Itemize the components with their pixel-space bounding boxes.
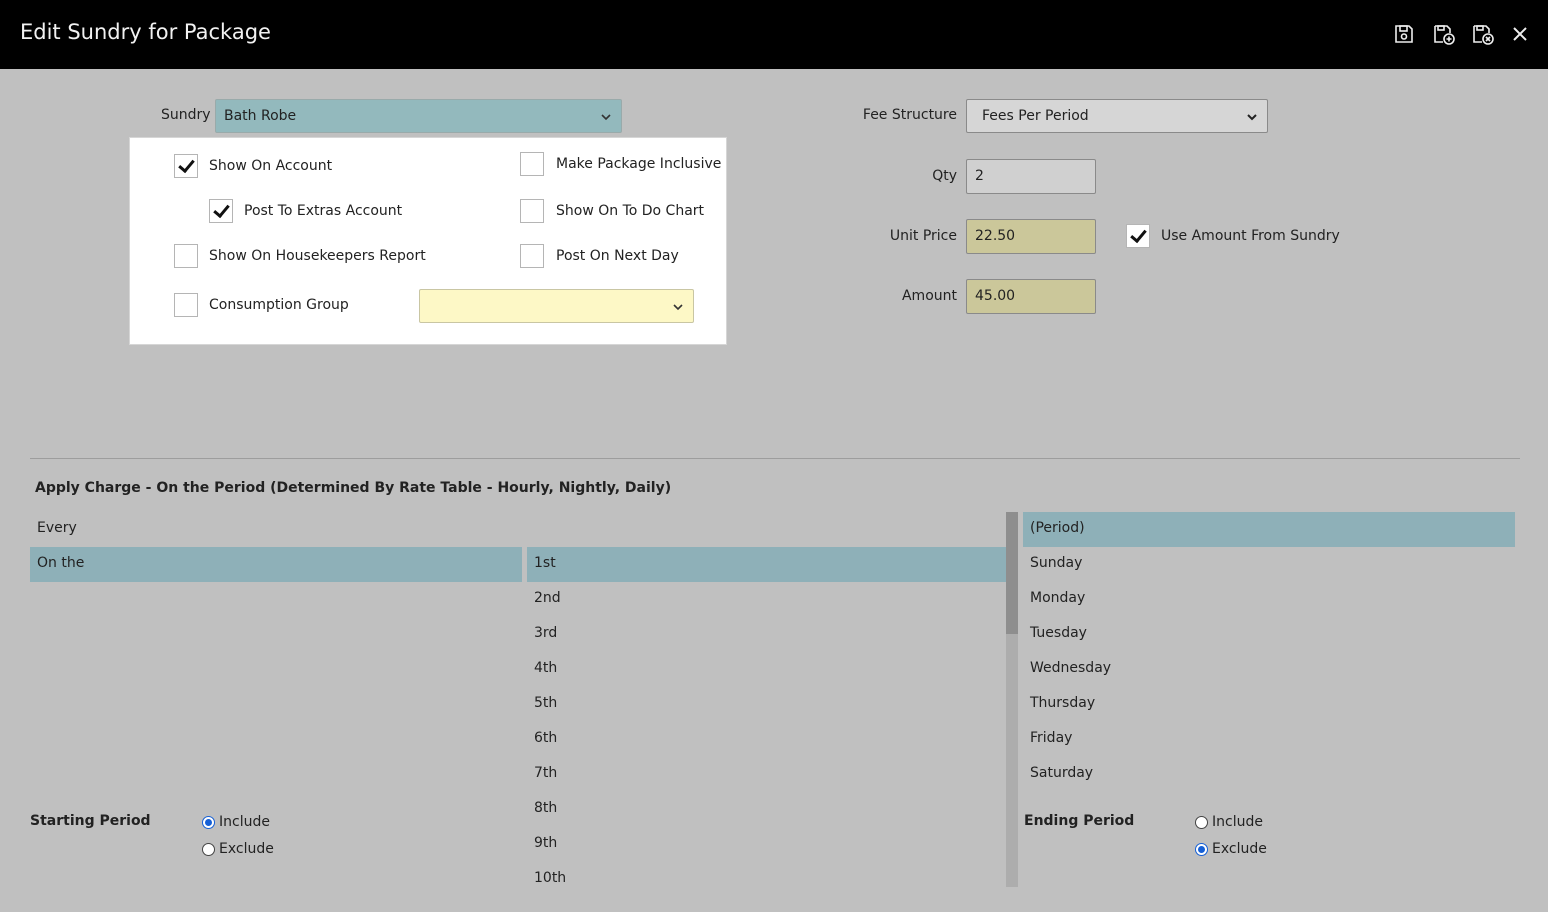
day-item[interactable]: Wednesday	[1023, 652, 1515, 687]
ordinal-scrollbar-thumb[interactable]	[1006, 512, 1018, 634]
qty-input[interactable]: 2	[966, 159, 1096, 194]
window-title: Edit Sundry for Package	[20, 20, 271, 44]
sundry-value: Bath Robe	[224, 108, 297, 124]
qty-label: Qty	[932, 168, 957, 184]
ordinal-item[interactable]: 5th	[527, 687, 1006, 722]
mode-item-every[interactable]: Every	[30, 512, 522, 547]
ordinal-item[interactable]: 6th	[527, 722, 1006, 757]
ordinal-scrollbar[interactable]	[1006, 512, 1018, 887]
ending-period-label: Ending Period	[1024, 813, 1135, 829]
unit-price-input[interactable]: 22.50	[966, 219, 1096, 254]
consumption-group-label: Consumption Group	[209, 297, 349, 313]
ending-exclude-radio[interactable]	[1195, 843, 1208, 856]
day-item[interactable]: Sunday	[1023, 547, 1515, 582]
ordinal-item[interactable]: 7th	[527, 757, 1006, 792]
ordinal-item[interactable]: 9th	[527, 827, 1006, 862]
fee-structure-select[interactable]: Fees Per Period	[966, 99, 1268, 133]
post-next-day-label: Post On Next Day	[556, 248, 679, 264]
starting-exclude-radio[interactable]	[202, 843, 215, 856]
chevron-down-icon	[673, 304, 683, 311]
post-to-extras-label: Post To Extras Account	[244, 203, 403, 219]
title-bar: Edit Sundry for Package	[0, 0, 1548, 69]
chevron-down-icon	[601, 114, 611, 121]
show-on-todo-label: Show On To Do Chart	[556, 203, 705, 219]
day-item[interactable]: Monday	[1023, 582, 1515, 617]
fee-structure-value: Fees Per Period	[982, 108, 1089, 124]
ending-include-label: Include	[1212, 814, 1263, 830]
day-item[interactable]: Thursday	[1023, 687, 1515, 722]
post-to-extras-checkbox[interactable]	[209, 199, 233, 223]
show-on-housekeepers-checkbox[interactable]	[174, 244, 198, 268]
starting-include-label: Include	[219, 814, 270, 830]
starting-exclude-label: Exclude	[219, 841, 274, 857]
post-next-day-checkbox[interactable]	[520, 244, 544, 268]
ordinal-item[interactable]: 1st	[527, 547, 1006, 582]
sundry-label: Sundry	[161, 107, 211, 123]
save-icon[interactable]	[1392, 22, 1416, 46]
day-item[interactable]: Friday	[1023, 722, 1515, 757]
consumption-group-select[interactable]	[419, 289, 694, 323]
day-item[interactable]: Saturday	[1023, 757, 1515, 792]
ending-include-radio[interactable]	[1195, 816, 1208, 829]
apply-charge-title: Apply Charge - On the Period (Determined…	[35, 480, 672, 496]
amount-input[interactable]: 45.00	[966, 279, 1096, 314]
show-on-account-checkbox[interactable]	[174, 154, 198, 178]
ordinal-item[interactable]: 3rd	[527, 617, 1006, 652]
ordinal-item[interactable]: 10th	[527, 862, 1006, 897]
save-and-close-icon[interactable]	[1471, 22, 1495, 46]
ordinal-item[interactable]: 4th	[527, 652, 1006, 687]
section-divider	[30, 458, 1520, 459]
save-and-new-icon[interactable]	[1432, 22, 1456, 46]
consumption-group-checkbox[interactable]	[174, 293, 198, 317]
ordinal-item[interactable]: 8th	[527, 792, 1006, 827]
day-item[interactable]: (Period)	[1023, 512, 1515, 547]
make-package-inclusive-checkbox[interactable]	[520, 152, 544, 176]
mode-item-on-the[interactable]: On the	[30, 547, 522, 582]
ending-exclude-label: Exclude	[1212, 841, 1267, 857]
make-package-inclusive-label: Make Package Inclusive	[556, 156, 722, 172]
ordinal-item[interactable]: 2nd	[527, 582, 1006, 617]
amount-label: Amount	[901, 288, 957, 304]
show-on-account-label: Show On Account	[209, 158, 333, 174]
starting-period-label: Starting Period	[30, 813, 151, 829]
sundry-select[interactable]: Bath Robe	[215, 99, 622, 133]
day-item[interactable]: Tuesday	[1023, 617, 1515, 652]
chevron-down-icon	[1247, 114, 1257, 121]
fee-structure-label: Fee Structure	[862, 107, 957, 123]
use-amount-label: Use Amount From Sundry	[1161, 228, 1340, 244]
use-amount-checkbox[interactable]	[1126, 224, 1150, 248]
starting-include-radio[interactable]	[202, 816, 215, 829]
close-icon[interactable]	[1508, 22, 1532, 46]
show-on-todo-checkbox[interactable]	[520, 199, 544, 223]
show-on-housekeepers-label: Show On Housekeepers Report	[209, 248, 426, 264]
unit-price-label: Unit Price	[889, 228, 957, 244]
